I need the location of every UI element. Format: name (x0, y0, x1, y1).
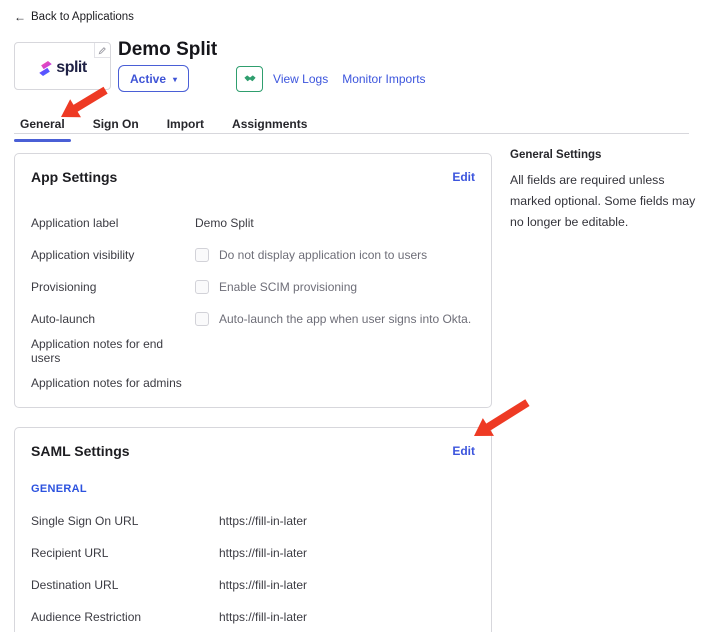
saml-settings-card: SAML Settings Edit GENERAL Single Sign O… (14, 427, 492, 632)
provisioning-status-button[interactable] (236, 66, 263, 92)
saml-settings-title: SAML Settings (31, 443, 130, 459)
help-panel-description: All fields are required unless marked op… (510, 170, 696, 233)
row-notes-end-users: Application notes for end users (31, 335, 475, 367)
back-link-label: Back to Applications (31, 11, 134, 23)
edit-logo-button[interactable] (94, 43, 110, 58)
row-audience-restriction: Audience Restriction https://fill-in-lat… (31, 601, 475, 632)
app-settings-title: App Settings (31, 169, 117, 185)
split-logo-text: split (56, 59, 86, 77)
tab-sign-on[interactable]: Sign On (87, 111, 145, 142)
visibility-checkbox[interactable] (195, 248, 209, 262)
app-actions-row: Active ▾ View Logs Monitor Imports (118, 65, 426, 92)
back-arrow-icon: ← (14, 10, 26, 24)
saml-settings-edit-link[interactable]: Edit (452, 444, 475, 458)
back-to-applications-link[interactable]: ← Back to Applications (14, 10, 134, 24)
help-panel: General Settings All fields are required… (510, 149, 696, 233)
row-notes-admins: Application notes for admins (31, 367, 475, 399)
split-logo-mark-icon (38, 60, 53, 77)
tab-assignments[interactable]: Assignments (226, 111, 313, 142)
app-settings-edit-link[interactable]: Edit (452, 170, 475, 184)
row-provisioning: Provisioning Enable SCIM provisioning (31, 271, 475, 303)
application-label-value: Demo Split (195, 216, 254, 230)
visibility-checkbox-label: Do not display application icon to users (219, 248, 427, 262)
tab-general[interactable]: General (14, 111, 71, 142)
split-logo: split (38, 59, 86, 77)
auto-launch-checkbox-label: Auto-launch the app when user signs into… (219, 312, 471, 326)
row-application-visibility: Application visibility Do not display ap… (31, 239, 475, 271)
okta-app-page: ← Back to Applications split (0, 0, 701, 632)
row-single-sign-on-url: Single Sign On URL https://fill-in-later (31, 505, 475, 537)
help-panel-title: General Settings (510, 149, 696, 161)
app-settings-card: App Settings Edit Application label Demo… (14, 153, 492, 408)
view-logs-link[interactable]: View Logs (273, 72, 328, 86)
saml-general-section-label: GENERAL (31, 483, 475, 495)
row-destination-url: Destination URL https://fill-in-later (31, 569, 475, 601)
row-application-label: Application label Demo Split (31, 207, 475, 239)
tab-bar: General Sign On Import Assignments (14, 111, 329, 142)
row-recipient-url: Recipient URL https://fill-in-later (31, 537, 475, 569)
tab-bar-divider (14, 133, 689, 134)
scim-checkbox-label: Enable SCIM provisioning (219, 280, 357, 294)
status-dropdown-button[interactable]: Active ▾ (118, 65, 189, 92)
status-label: Active (130, 72, 166, 86)
app-logo-box[interactable]: split (14, 42, 111, 90)
auto-launch-checkbox[interactable] (195, 312, 209, 326)
handshake-icon (243, 74, 257, 83)
page-title: Demo Split (118, 39, 217, 61)
pencil-icon (98, 46, 107, 55)
scim-provisioning-checkbox[interactable] (195, 280, 209, 294)
monitor-imports-link[interactable]: Monitor Imports (342, 72, 425, 86)
chevron-down-icon: ▾ (173, 75, 177, 84)
tab-import[interactable]: Import (161, 111, 210, 142)
row-auto-launch: Auto-launch Auto-launch the app when use… (31, 303, 475, 335)
